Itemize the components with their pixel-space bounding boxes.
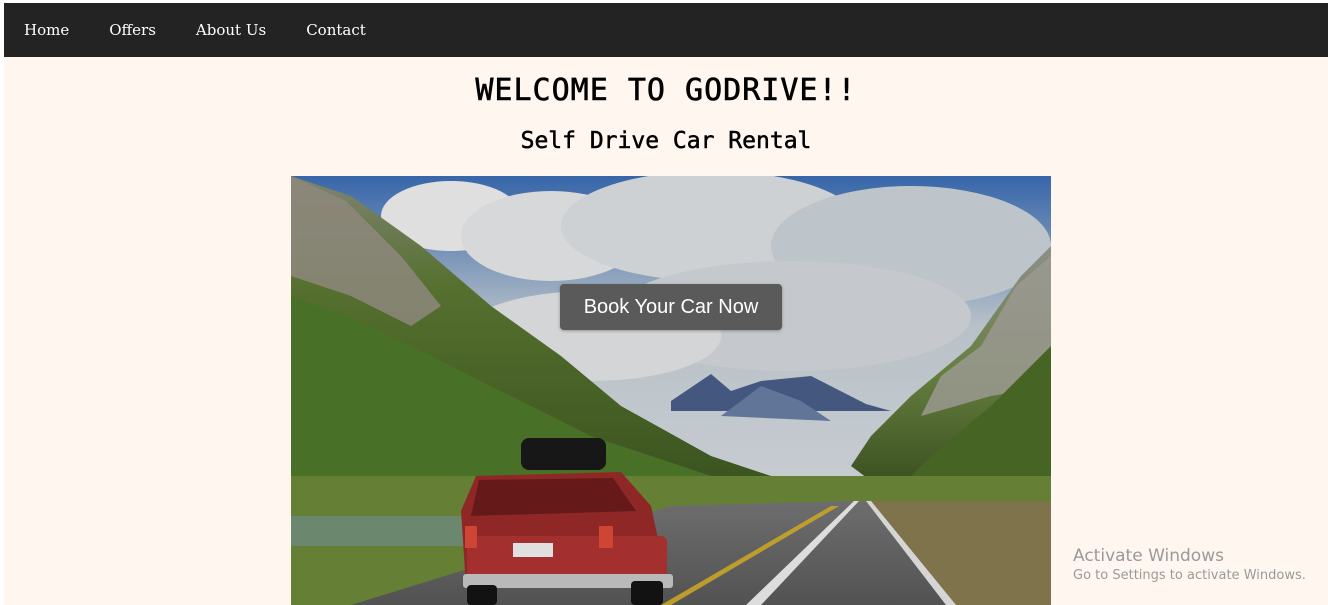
hero-image: [291, 176, 1051, 605]
nav-contact-link[interactable]: Contact: [286, 3, 386, 57]
windows-activation-watermark: Activate Windows Go to Settings to activ…: [1073, 545, 1306, 585]
watermark-title: Activate Windows: [1073, 546, 1224, 566]
page: Home Offers About Us Contact WELCOME TO …: [4, 3, 1328, 605]
book-car-button[interactable]: Book Your Car Now: [560, 284, 782, 330]
nav-offers-link[interactable]: Offers: [89, 3, 176, 57]
nav-home-link[interactable]: Home: [4, 3, 89, 57]
hero-banner: Book Your Car Now: [291, 176, 1051, 605]
page-title: WELCOME TO GODRIVE!!: [475, 73, 857, 109]
nav-about-link[interactable]: About Us: [176, 3, 286, 57]
page-subtitle: Self Drive Car Rental: [520, 128, 812, 155]
top-navbar: Home Offers About Us Contact: [4, 3, 1328, 57]
watermark-subtitle: Go to Settings to activate Windows.: [1073, 568, 1306, 583]
